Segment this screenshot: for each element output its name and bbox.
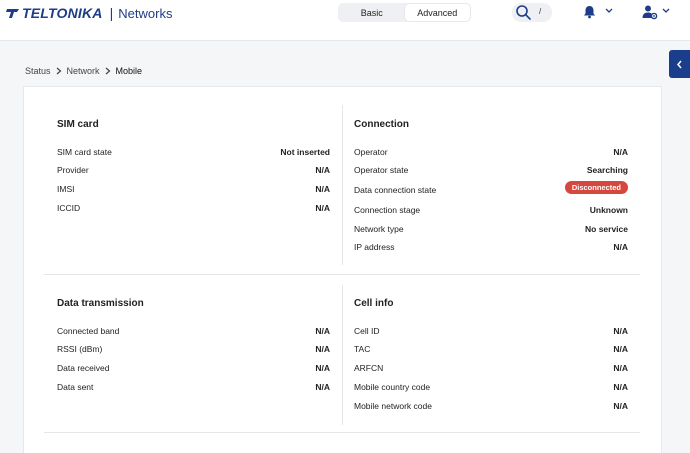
brand-name: TELTONIKA bbox=[22, 5, 103, 21]
info-value: N/A bbox=[613, 344, 628, 354]
info-value: N/A bbox=[613, 363, 628, 373]
brand-separator: | bbox=[109, 5, 114, 21]
info-label: Data sent bbox=[57, 382, 94, 392]
product-name: Networks bbox=[118, 5, 173, 21]
info-label: ARFCN bbox=[354, 363, 384, 373]
info-label: Mobile network code bbox=[354, 401, 432, 411]
info-label: TAC bbox=[354, 344, 371, 354]
info-label: Data connection state bbox=[354, 185, 437, 195]
info-value: N/A bbox=[613, 242, 628, 252]
section-title: SIM card bbox=[57, 119, 99, 130]
info-value: No service bbox=[585, 224, 628, 234]
section-title: Data transmission bbox=[57, 298, 144, 309]
info-value: N/A bbox=[613, 382, 628, 392]
chevron-right-icon bbox=[56, 67, 61, 75]
breadcrumb-mobile: Mobile bbox=[115, 66, 143, 76]
mode-advanced-button[interactable]: Advanced bbox=[404, 4, 470, 21]
info-label: RSSI (dBm) bbox=[57, 344, 103, 354]
chevron-right-icon bbox=[105, 67, 110, 75]
info-value: N/A bbox=[315, 326, 330, 336]
user-chevron-down-icon[interactable] bbox=[662, 8, 670, 14]
info-value: Not inserted bbox=[280, 147, 330, 157]
search-button[interactable]: / bbox=[512, 3, 552, 22]
info-value: N/A bbox=[613, 147, 628, 157]
data-transmission-section: Data transmission Connected band N/A RSS… bbox=[57, 298, 330, 398]
info-label: Connection stage bbox=[354, 205, 421, 215]
info-label: Mobile country code bbox=[354, 382, 431, 392]
info-value: N/A bbox=[613, 401, 628, 411]
mode-basic-button[interactable]: Basic bbox=[339, 4, 405, 21]
column-divider bbox=[342, 105, 343, 265]
info-value: Searching bbox=[586, 165, 628, 175]
breadcrumb-network[interactable]: Network bbox=[67, 66, 100, 76]
info-label: Operator state bbox=[354, 165, 409, 175]
chevron-left-icon bbox=[677, 60, 682, 68]
bell-icon[interactable] bbox=[583, 5, 596, 19]
teltonika-logo-icon bbox=[6, 9, 19, 18]
section-title: Cell info bbox=[354, 298, 394, 309]
info-value: Unknown bbox=[589, 205, 628, 215]
brand-logo[interactable]: TELTONIKA | Networks bbox=[6, 4, 172, 22]
search-shortcut-key: / bbox=[539, 7, 542, 16]
section-title: Connection bbox=[354, 119, 409, 130]
mode-toggle: Basic Advanced bbox=[338, 3, 471, 22]
info-value: N/A bbox=[315, 363, 330, 373]
info-label: IMSI bbox=[57, 184, 75, 194]
cell-info-section: Cell info Cell ID N/A TAC N/A ARFCN N/A … bbox=[354, 298, 628, 418]
user-settings-icon[interactable] bbox=[642, 4, 658, 20]
breadcrumb-status[interactable]: Status bbox=[25, 66, 51, 76]
row-divider bbox=[44, 432, 640, 433]
info-value: N/A bbox=[315, 165, 330, 175]
search-icon bbox=[516, 5, 531, 20]
info-value: N/A bbox=[613, 326, 628, 336]
info-label: ICCID bbox=[57, 203, 81, 213]
info-label: Provider bbox=[57, 165, 89, 175]
sim-card-section: SIM card SIM card state Not inserted Pro… bbox=[57, 119, 330, 219]
info-label: Operator bbox=[354, 147, 388, 157]
info-label: Data received bbox=[57, 363, 110, 373]
notifications-chevron-down-icon[interactable] bbox=[605, 8, 613, 14]
info-label: Connected band bbox=[57, 326, 120, 336]
top-bar: TELTONIKA | Networks Basic Advanced / bbox=[0, 0, 690, 41]
column-divider bbox=[342, 285, 343, 425]
row-divider bbox=[44, 274, 640, 275]
info-label: IP address bbox=[354, 242, 395, 252]
info-value: N/A bbox=[315, 184, 330, 194]
info-label: Cell ID bbox=[354, 326, 380, 336]
connection-section: Connection Operator N/A Operator state S… bbox=[354, 119, 628, 259]
info-label: Network type bbox=[354, 224, 404, 234]
breadcrumb: Status Network Mobile bbox=[25, 66, 142, 76]
status-badge: Disconnected bbox=[564, 181, 628, 194]
info-value: N/A bbox=[315, 382, 330, 392]
info-value: N/A bbox=[315, 203, 330, 213]
sidebar-toggle-button[interactable] bbox=[669, 50, 690, 78]
info-value: N/A bbox=[315, 344, 330, 354]
info-label: SIM card state bbox=[57, 147, 112, 157]
